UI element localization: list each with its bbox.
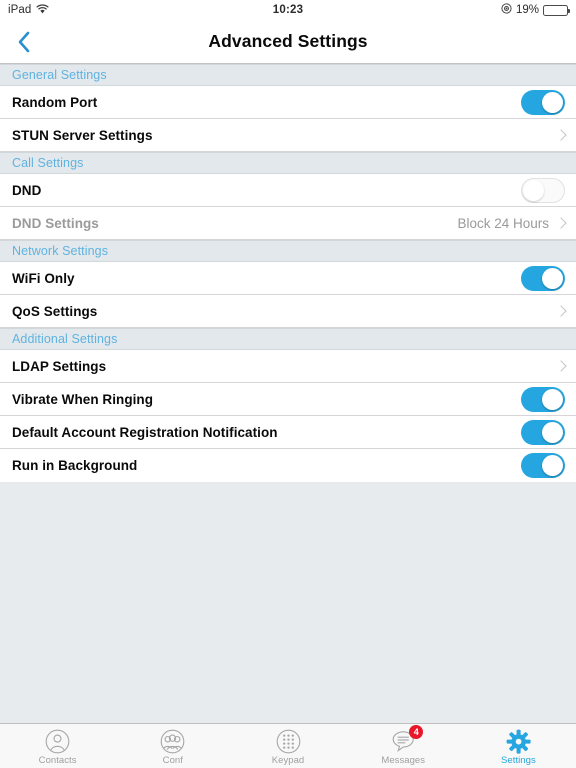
section-header: Network Settings [0, 240, 576, 262]
keypad-icon [275, 728, 301, 754]
settings-row[interactable]: DND [0, 174, 576, 207]
settings-row-accessory [521, 89, 565, 115]
page-title: Advanced Settings [208, 31, 368, 51]
settings-row-accessory [521, 177, 565, 203]
toggle-switch[interactable] [521, 386, 565, 412]
settings-row[interactable]: STUN Server Settings [0, 119, 576, 152]
settings-row[interactable]: Run in Background [0, 449, 576, 482]
rotation-lock-icon [501, 3, 512, 17]
status-bar: iPad 10:23 19% [0, 0, 576, 20]
settings-row-accessory: Block 24 Hours [457, 216, 565, 231]
tab-contacts[interactable]: Contacts [0, 724, 115, 768]
chevron-right-icon [557, 217, 565, 230]
section-header-label: Network Settings [12, 244, 109, 258]
tab-label: Conf [162, 755, 183, 766]
section-header-label: Call Settings [12, 156, 84, 170]
tab-label: Messages [381, 755, 426, 766]
toggle-switch[interactable] [521, 265, 565, 291]
settings-row-accessory [557, 129, 565, 142]
settings-row-accessory [521, 265, 565, 291]
tab-label: Settings [501, 755, 536, 766]
status-bar-right: 19% [501, 3, 570, 17]
tab-label: Contacts [38, 755, 77, 766]
settings-row-label: Default Account Registration Notificatio… [12, 424, 278, 440]
settings-row-label: Random Port [12, 94, 98, 110]
tab-icon-wrapper [505, 728, 531, 754]
tab-bar: Contacts Conf Keypad 4 Messages Settings [0, 723, 576, 768]
gear-icon [505, 728, 531, 754]
tab-keypad[interactable]: Keypad [230, 724, 345, 768]
settings-row-label: DND Settings [12, 215, 99, 231]
toggle-switch[interactable] [521, 177, 565, 203]
settings-row[interactable]: LDAP Settings [0, 350, 576, 383]
status-bar-clock: 10:23 [272, 4, 304, 16]
settings-row-accessory [521, 386, 565, 412]
settings-row[interactable]: Vibrate When Ringing [0, 383, 576, 416]
chevron-right-icon [557, 305, 565, 318]
chevron-right-icon [557, 360, 565, 373]
contacts-icon [45, 728, 71, 754]
notification-badge: 4 [409, 725, 424, 739]
settings-table: General Settings Random Port STUN Server S… [0, 64, 576, 482]
settings-row[interactable]: WiFi Only [0, 262, 576, 295]
tab-icon-wrapper: 4 [390, 725, 424, 754]
settings-row-accessory [521, 453, 565, 478]
section-header: Additional Settings [0, 328, 576, 350]
settings-row-accessory [521, 419, 565, 445]
navigation-bar: Advanced Settings [0, 20, 576, 64]
toggle-knob [542, 421, 563, 443]
tab-icon-wrapper [45, 728, 71, 754]
settings-row-label: STUN Server Settings [12, 127, 153, 143]
settings-row-value: Block 24 Hours [457, 215, 549, 231]
section-header: Call Settings [0, 152, 576, 174]
tab-settings[interactable]: Settings [461, 724, 576, 768]
toggle-knob [523, 179, 544, 201]
settings-row-label: LDAP Settings [12, 358, 107, 374]
tab-icon-wrapper [275, 728, 301, 754]
battery-percent-label: 19% [515, 4, 539, 16]
toggle-switch[interactable] [521, 453, 565, 478]
settings-row-label: DND [12, 182, 42, 198]
toggle-knob [542, 267, 563, 289]
section-header: General Settings [0, 64, 576, 86]
settings-row[interactable]: Default Account Registration Notificatio… [0, 416, 576, 449]
settings-row[interactable]: DND Settings Block 24 Hours [0, 207, 576, 240]
chevron-right-icon [557, 129, 565, 142]
settings-row-label: Vibrate When Ringing [12, 391, 154, 407]
toggle-switch[interactable] [521, 419, 565, 445]
settings-row-label: WiFi Only [12, 270, 75, 286]
settings-row-label: Run in Background [12, 458, 138, 473]
toggle-switch[interactable] [521, 89, 565, 115]
toggle-knob [542, 91, 563, 113]
settings-row-label: QoS Settings [12, 303, 98, 319]
toggle-knob [542, 455, 563, 476]
tab-conf[interactable]: Conf [115, 724, 230, 768]
conference-icon [160, 728, 186, 754]
settings-row[interactable]: Random Port [0, 86, 576, 119]
tab-label: Keypad [271, 755, 305, 766]
settings-row-accessory [557, 305, 565, 318]
section-header-label: Additional Settings [12, 332, 118, 346]
settings-row-accessory [557, 360, 565, 373]
settings-row[interactable]: QoS Settings [0, 295, 576, 328]
battery-icon [543, 4, 570, 16]
tab-messages[interactable]: 4 Messages [346, 724, 461, 768]
section-header-label: General Settings [12, 68, 107, 82]
tab-icon-wrapper [160, 728, 186, 754]
toggle-knob [542, 388, 563, 410]
